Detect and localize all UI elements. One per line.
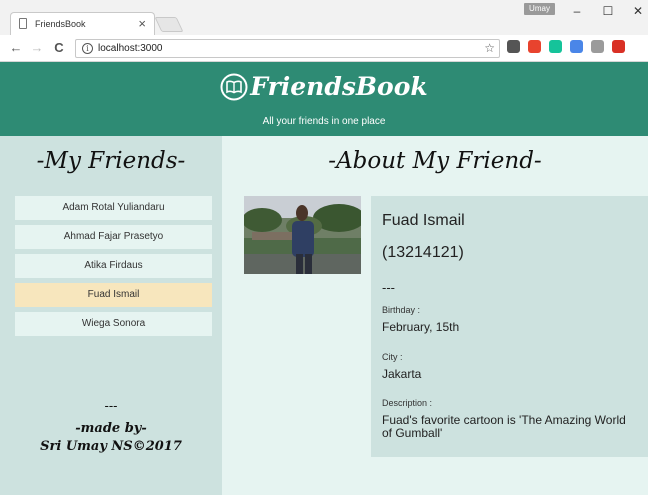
- profile-badge[interactable]: Umay: [524, 3, 555, 15]
- friend-item-atika[interactable]: Atika Firdaus: [15, 254, 212, 278]
- birthday-value: February, 15th: [382, 320, 460, 334]
- info-icon[interactable]: i: [82, 43, 93, 54]
- city-label: City :: [382, 352, 403, 362]
- about-title: -About My Friend-: [328, 148, 542, 174]
- maximize-icon[interactable]: ☐: [598, 4, 618, 18]
- sidebar: -My Friends- Adam Rotal Yuliandaru Ahmad…: [0, 136, 222, 495]
- browser-tab[interactable]: FriendsBook ×: [10, 12, 155, 36]
- friend-item-adam[interactable]: Adam Rotal Yuliandaru: [15, 196, 212, 220]
- back-icon[interactable]: ←: [9, 40, 23, 55]
- detail-separator: ---: [382, 280, 395, 295]
- tab-close-button[interactable]: ×: [138, 16, 146, 31]
- url-text[interactable]: localhost:3000: [98, 43, 163, 54]
- sidebar-footer: --- -made by- Sri Umay NS©2017: [0, 398, 222, 454]
- description-value: Fuad's favorite cartoon is 'The Amazing …: [382, 413, 626, 440]
- main-content: -About My Friend- Fuad Ismail (13214121)…: [222, 136, 648, 495]
- site-header: FriendsBook All your friends in one plac…: [0, 62, 648, 136]
- friend-item-fuad[interactable]: Fuad Ismail: [15, 283, 212, 307]
- shield-extension-icon[interactable]: [507, 40, 520, 53]
- footer-made-by: -made by-: [75, 421, 147, 436]
- friend-name: Fuad Ismail: [382, 212, 465, 229]
- grammarly-extension-icon[interactable]: [549, 40, 562, 53]
- footer-credit: Sri Umay NS©2017: [40, 439, 182, 454]
- sidebar-title: -My Friends-: [36, 148, 186, 174]
- friend-photo: [244, 196, 361, 274]
- translate-extension-icon[interactable]: [570, 40, 583, 53]
- logo: FriendsBook: [0, 72, 648, 101]
- browser-titlebar: FriendsBook × Umay – ☐ ✕: [0, 0, 648, 36]
- friend-item-wiega[interactable]: Wiega Sonora: [15, 312, 212, 336]
- tagline: All your friends in one place: [262, 116, 386, 127]
- address-bar[interactable]: i localhost:3000 ☆: [75, 39, 500, 58]
- close-icon[interactable]: ✕: [628, 4, 648, 18]
- footer-separator: ---: [104, 398, 118, 413]
- hand-extension-icon[interactable]: [591, 40, 604, 53]
- forward-icon[interactable]: →: [30, 40, 44, 55]
- minimize-icon[interactable]: –: [567, 4, 587, 18]
- city-value: Jakarta: [382, 367, 422, 381]
- new-tab-button[interactable]: [154, 17, 184, 32]
- gmail-extension-icon[interactable]: [612, 40, 625, 53]
- star-icon[interactable]: ☆: [484, 41, 495, 55]
- tab-title: FriendsBook: [35, 19, 86, 29]
- reload-icon[interactable]: C: [52, 40, 66, 55]
- description-label: Description :: [382, 398, 433, 408]
- friend-detail-card: Fuad Ismail (13214121) --- Birthday : Fe…: [371, 196, 648, 457]
- friend-item-ahmad[interactable]: Ahmad Fajar Prasetyo: [15, 225, 212, 249]
- page-icon: [19, 18, 27, 29]
- book-logo-icon: [220, 73, 248, 100]
- friend-list: Adam Rotal Yuliandaru Ahmad Fajar Praset…: [15, 196, 212, 341]
- vivaldi-extension-icon[interactable]: [528, 40, 541, 53]
- friend-id: (13214121): [382, 244, 464, 261]
- logo-text: FriendsBook: [250, 72, 428, 101]
- birthday-label: Birthday :: [382, 305, 421, 315]
